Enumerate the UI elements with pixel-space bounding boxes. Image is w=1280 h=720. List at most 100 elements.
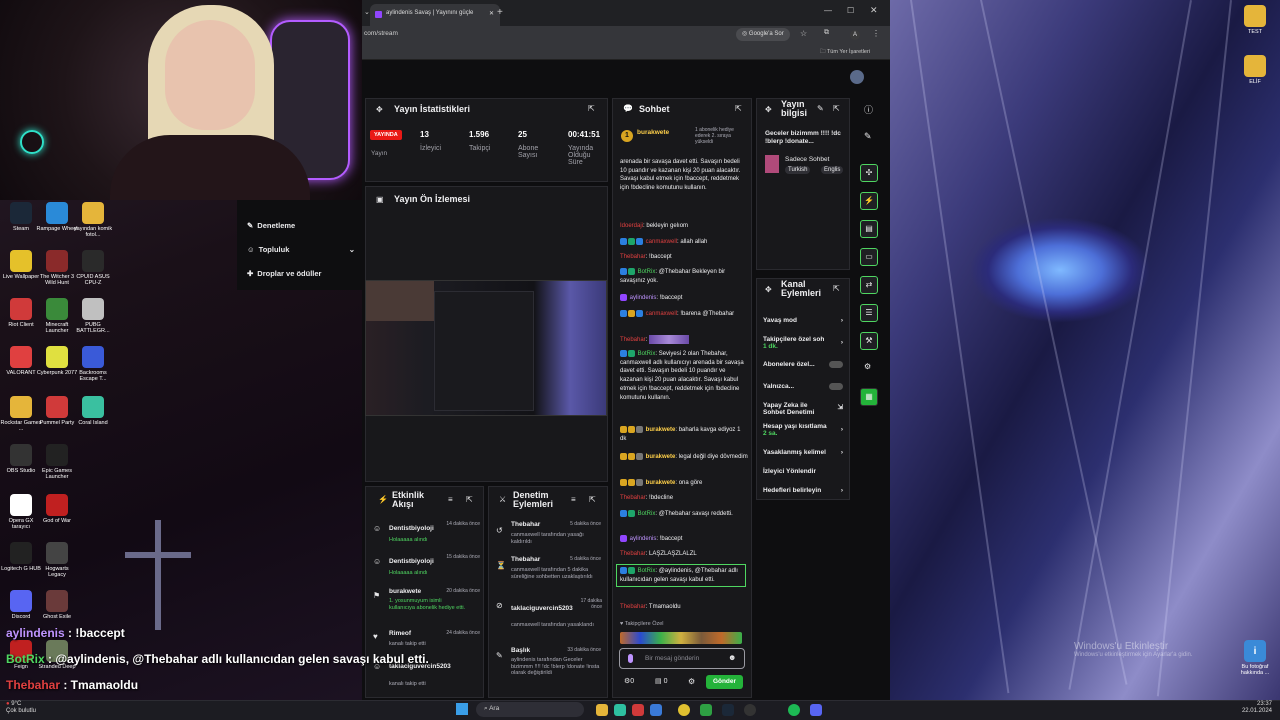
menu-item-moderation[interactable]: ✎ Denetleme (247, 221, 295, 230)
desktop-icon[interactable]: Epic Games Launcher (36, 444, 78, 480)
desktop-icon-photo-info[interactable]: i Bu fotoğraf hakkında ... (1234, 640, 1276, 676)
drag-handle-icon[interactable]: ✥ (765, 285, 772, 294)
extensions-icon[interactable]: ⧉ (824, 29, 829, 37)
close-window-button[interactable]: ✕ (870, 5, 878, 16)
desktop-icon[interactable]: God of War (36, 494, 78, 524)
xbox-icon[interactable] (700, 704, 712, 716)
google-lens-button[interactable]: ◎ Google'a Sor (736, 28, 790, 41)
address-bar[interactable]: com/stream ◎ Google'a Sor ☆ ⧉ A ⋮ (362, 26, 890, 44)
desktop-icon-test[interactable]: TEST (1234, 5, 1276, 35)
mod-action-user[interactable]: Başlık (511, 647, 530, 654)
maximize-button[interactable]: ☐ (847, 6, 854, 15)
browser-menu-icon[interactable]: ⋮ (872, 29, 880, 38)
menu-item-drops[interactable]: ✚ Droplar ve ödüller (247, 269, 321, 278)
chat-username[interactable]: BotRix (638, 351, 656, 357)
viewer-redirect-action[interactable]: İzleyici Yönlendir (763, 468, 843, 475)
weather-widget[interactable]: ● 9°C Çok bulutlu (6, 701, 36, 715)
send-button[interactable]: Gönder (706, 675, 743, 689)
chat-username[interactable]: aylindenis (630, 295, 657, 301)
subs-only-action[interactable]: Abonelere özel... (763, 361, 843, 368)
chat-username[interactable]: Thebahar (620, 495, 646, 501)
drag-handle-icon[interactable]: ▣ (376, 195, 384, 204)
store-icon[interactable] (650, 704, 662, 716)
tab-list-icon[interactable]: ⌄ (364, 8, 370, 16)
goals-action[interactable]: Hedefleri belirleyin › (763, 487, 843, 494)
stream-preview-video[interactable] (365, 280, 607, 416)
chat-username[interactable]: Idoerdaji (620, 223, 643, 229)
chat-username[interactable]: burakwete (646, 454, 676, 460)
discord-icon[interactable] (810, 704, 822, 716)
obs-icon[interactable] (744, 704, 756, 716)
activity-user[interactable]: Rimeof (389, 630, 411, 637)
desktop-icon[interactable]: yayından komik fotol... (72, 202, 114, 238)
followers-chat-action[interactable]: Takipçilere özel soh 1 dk. › (763, 336, 843, 350)
tool-clip-icon[interactable]: ▤ (860, 220, 878, 238)
popout-icon[interactable]: ⇱ (589, 495, 596, 504)
chat-username[interactable]: Thebahar (620, 254, 646, 260)
clock[interactable]: 23:37 22.01.2024 (1236, 701, 1272, 715)
category-name[interactable]: Sadece Sohbet (785, 156, 829, 163)
minimize-button[interactable]: — (824, 6, 832, 15)
spotify-icon[interactable] (788, 704, 800, 716)
desktop-icon[interactable]: Hogwarts Legacy (36, 542, 78, 578)
chrome-icon[interactable] (678, 704, 690, 716)
file-explorer-icon[interactable] (596, 704, 608, 716)
ai-moderation-action[interactable]: Yapay Zeka ile Sohbet Denetimi ⇲ (763, 402, 843, 416)
popout-icon[interactable]: ⇱ (735, 104, 742, 113)
chat-username[interactable]: canmaxwell (646, 239, 677, 245)
chat-settings-icon[interactable]: ⚙ (688, 677, 695, 686)
tool-zap-icon[interactable]: ⚡ (860, 192, 878, 210)
chat-username[interactable]: BotRix (638, 269, 656, 275)
account-limits-action[interactable]: Hesap yaşı kısıtlama 2 sa. › (763, 423, 843, 437)
emote-bar[interactable] (620, 632, 742, 644)
steam-icon[interactable] (722, 704, 734, 716)
plug-icon[interactable]: ⚙ (864, 362, 871, 371)
chat-username[interactable]: aylindenis (630, 536, 657, 542)
activity-user[interactable]: Dentistbiyoloji (389, 558, 434, 565)
tag-turkish[interactable]: Turkish (785, 166, 811, 174)
new-tab-button[interactable]: + (497, 7, 503, 18)
filter-icon[interactable]: ≡ (571, 495, 576, 504)
chat-username[interactable]: BotRix (638, 511, 656, 517)
tool-ad-icon[interactable]: ☰ (860, 304, 878, 322)
pinned-gift-banner[interactable]: 1 burakwete 1 abonelik hediye ederek 2. … (621, 127, 745, 149)
chat-username[interactable]: canmaxwell (646, 311, 677, 317)
user-avatar[interactable] (850, 70, 864, 84)
alone-action[interactable]: Yalnızca... (763, 383, 843, 390)
mod-action-user[interactable]: Thebahar (511, 521, 540, 528)
popout-icon[interactable]: ⇱ (466, 495, 473, 504)
pencil-icon[interactable]: ✎ (864, 131, 872, 142)
tag-english[interactable]: Englis (821, 166, 844, 174)
chat-username[interactable]: Thebahar (620, 551, 646, 557)
popout-icon[interactable]: ⇱ (833, 104, 840, 113)
popout-icon[interactable]: ⇱ (588, 104, 595, 113)
edge-icon[interactable] (614, 704, 626, 716)
bookmarks-folder[interactable]: 🗀 Tüm Yer İşaretleri (820, 48, 870, 57)
browser-tab[interactable]: aylindenis Savaş | Yayınını güçle ✕ (370, 4, 500, 26)
chat-username[interactable]: burakwete (646, 427, 676, 433)
channel-points-icon[interactable]: ⚙0 (624, 677, 634, 685)
bookmark-star-icon[interactable]: ☆ (800, 29, 807, 38)
tool-shoutout-icon[interactable]: ✣ (860, 164, 878, 182)
desktop-icon[interactable]: CPUID ASUS CPU-Z (72, 250, 114, 286)
desktop-icon[interactable]: Coral Island (72, 396, 114, 426)
mod-action-user[interactable]: taklaciguvercin5203 (511, 605, 573, 612)
drag-handle-icon[interactable]: ✥ (376, 105, 383, 114)
toggle-switch[interactable] (829, 383, 843, 390)
chat-username[interactable]: Thebahar (620, 337, 646, 343)
drag-handle-icon[interactable]: ✥ (765, 105, 772, 114)
activity-user[interactable]: Dentistbiyoloji (389, 525, 434, 532)
desktop-icon[interactable]: Backrooms Escape T... (72, 346, 114, 382)
profile-avatar[interactable]: A (850, 30, 860, 40)
mic-icon[interactable] (628, 654, 633, 663)
emoji-icon[interactable]: ☻ (728, 653, 736, 662)
start-button[interactable] (456, 703, 468, 715)
mod-action-user[interactable]: Thebahar (511, 556, 540, 563)
opera-icon[interactable] (632, 704, 644, 716)
edit-icon[interactable]: ✎ (817, 104, 824, 113)
desktop-icon[interactable]: PUBG BATTLEGR... (72, 298, 114, 334)
chat-username[interactable]: burakwete (646, 480, 676, 486)
tool-green-icon[interactable]: ▦ (860, 388, 878, 406)
taskbar-search[interactable]: ⌕ Ara (476, 702, 584, 717)
filter-icon[interactable]: ≡ (448, 495, 453, 504)
